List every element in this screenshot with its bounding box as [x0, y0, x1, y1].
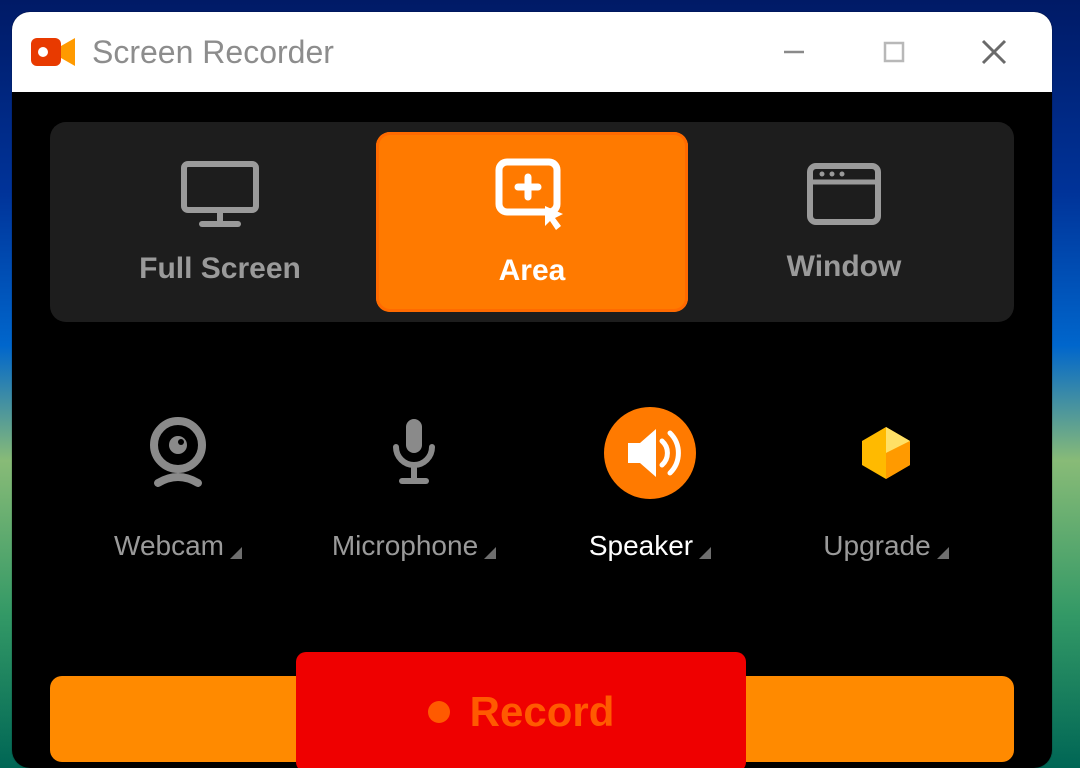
app-icon: [30, 35, 78, 69]
dropdown-indicator-icon: [484, 547, 496, 559]
mode-area[interactable]: Area: [376, 132, 688, 312]
microphone-icon: [388, 412, 440, 494]
recording-options: Webcam Microphone: [50, 412, 1014, 562]
webcam-icon: [146, 412, 210, 494]
option-upgrade[interactable]: Upgrade: [781, 412, 991, 562]
minimize-button[interactable]: [754, 22, 834, 82]
option-microphone[interactable]: Microphone: [309, 412, 519, 562]
mode-fullscreen-label: Full Screen: [139, 252, 301, 286]
upgrade-gem-icon: [857, 412, 915, 494]
app-title: Screen Recorder: [92, 34, 734, 71]
close-button[interactable]: [954, 22, 1034, 82]
option-upgrade-label: Upgrade: [823, 530, 930, 562]
option-webcam-label: Webcam: [114, 530, 224, 562]
area-select-icon: [489, 156, 575, 232]
dropdown-indicator-icon: [230, 547, 242, 559]
record-dot-icon: [428, 701, 450, 723]
record-button[interactable]: Record: [296, 652, 746, 768]
monitor-icon: [178, 158, 262, 230]
option-speaker[interactable]: Speaker: [545, 412, 755, 562]
dropdown-indicator-icon: [699, 547, 711, 559]
maximize-button[interactable]: [854, 22, 934, 82]
bottom-bar: Record: [50, 652, 1014, 768]
option-webcam[interactable]: Webcam: [73, 412, 283, 562]
content-area: Full Screen Area: [12, 92, 1052, 562]
mode-fullscreen[interactable]: Full Screen: [64, 132, 376, 312]
titlebar: Screen Recorder: [12, 12, 1052, 92]
mode-window-label: Window: [787, 250, 902, 284]
window-icon: [804, 160, 884, 228]
option-speaker-label: Speaker: [589, 530, 693, 562]
record-button-label: Record: [470, 688, 615, 736]
mode-window[interactable]: Window: [688, 132, 1000, 312]
mode-area-label: Area: [499, 254, 566, 288]
capture-mode-selector: Full Screen Area: [50, 122, 1014, 322]
speaker-icon: [602, 412, 698, 494]
app-window: Screen Recorder: [12, 12, 1052, 768]
dropdown-indicator-icon: [937, 547, 949, 559]
option-microphone-label: Microphone: [332, 530, 478, 562]
